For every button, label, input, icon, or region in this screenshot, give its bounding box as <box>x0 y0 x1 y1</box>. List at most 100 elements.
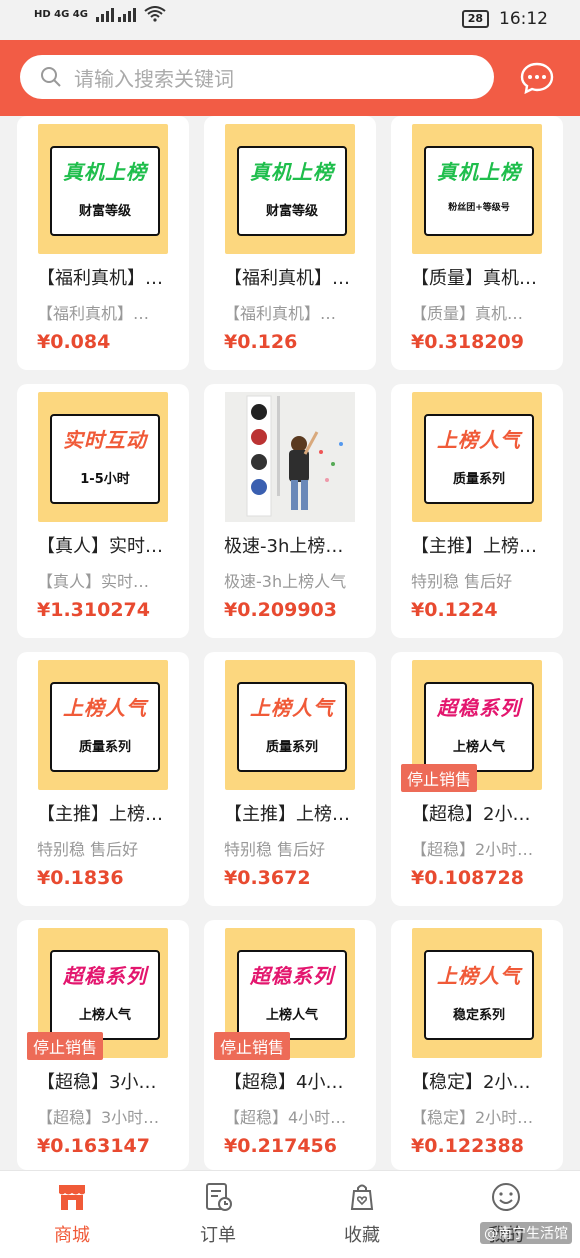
order-icon <box>206 1183 232 1211</box>
tab-label: 收藏 <box>344 1225 380 1246</box>
product-price: ¥1.310274 <box>37 599 150 621</box>
product-desc: 【超稳】2小时… <box>411 840 534 859</box>
thumb-subline: 上榜人气 <box>452 740 505 755</box>
product-card[interactable]: 上榜人气质量系列 【主推】上榜… 特别稳 售后好 ¥0.1836 <box>17 652 189 906</box>
thumb-headline: 上榜人气 <box>250 696 334 720</box>
thumb-subline: 财富等级 <box>78 204 131 219</box>
product-title: 【超稳】3小… <box>37 1072 157 1093</box>
product-thumbnail: 实时互动 1-5小时 <box>38 392 168 522</box>
product-card[interactable]: 极速-3h上榜… 极速-3h上榜人气 ¥0.209903 <box>204 384 376 638</box>
product-card[interactable]: 真机上榜粉丝团+等级号 【质量】真机… 【质量】真机… ¥0.318209 <box>391 116 563 370</box>
header-bar: 请输入搜索关键词 <box>0 40 580 116</box>
product-desc: 【超稳】4小时… <box>224 1108 347 1127</box>
product-desc: 特别稳 售后好 <box>37 840 139 859</box>
status-right: 28 16:12 <box>461 9 548 29</box>
product-thumbnail: 真机上榜 财富等级 <box>225 124 355 254</box>
thumb-headline: 上榜人气 <box>63 696 147 720</box>
battery-icon: 28 <box>461 10 489 28</box>
search-icon <box>41 67 61 87</box>
thumb-subline: 质量系列 <box>78 740 131 755</box>
product-card[interactable]: 上榜人气质量系列 【主推】上榜… 特别稳 售后好 ¥0.1224 <box>391 384 563 638</box>
product-title: 【福利真机】… <box>37 268 163 289</box>
product-title: 【超稳】2小… <box>411 804 531 825</box>
product-price: ¥0.1224 <box>411 599 498 621</box>
product-price: ¥0.084 <box>37 331 111 353</box>
thumb-headline: 真机上榜 <box>63 160 147 184</box>
product-desc: 【福利真机】… <box>224 304 337 323</box>
product-price: ¥0.108728 <box>411 867 524 889</box>
thumb-headline: 上榜人气 <box>437 428 521 452</box>
tab-orders[interactable]: 订单 <box>168 1181 268 1247</box>
product-price: ¥0.1836 <box>37 867 124 889</box>
thumb-headline: 上榜人气 <box>437 964 521 988</box>
product-title: 【质量】真机… <box>411 268 537 289</box>
product-title: 【主推】上榜… <box>37 804 163 825</box>
thumb-headline: 实时互动 <box>63 428 147 452</box>
product-thumbnail: 真机上榜 财富等级 <box>38 124 168 254</box>
product-photo <box>225 392 355 522</box>
thumb-headline: 超稳系列 <box>250 964 334 988</box>
bottom-tab-bar: 商城 订单 收藏 我的 @南宁生活馆 <box>0 1170 580 1258</box>
product-card[interactable]: 真机上榜 财富等级 【福利真机】… 【福利真机】… ¥0.126 <box>204 116 376 370</box>
tab-favorites[interactable]: 收藏 <box>312 1181 412 1247</box>
network-label: HD 4G 4G <box>34 8 88 20</box>
tab-label: 订单 <box>200 1225 236 1246</box>
product-price: ¥0.163147 <box>37 1135 150 1157</box>
product-price: ¥0.3672 <box>224 867 311 889</box>
product-price: ¥0.217456 <box>224 1135 337 1157</box>
shop-icon <box>59 1185 85 1210</box>
thumb-subline: 上榜人气 <box>265 1008 318 1023</box>
product-title: 【福利真机】… <box>224 268 350 289</box>
stopped-sale-badge: 停止销售 <box>27 1032 104 1060</box>
product-desc: 【超稳】3小时… <box>37 1108 160 1127</box>
product-card[interactable]: 超稳系列上榜人气 停止销售 【超稳】4小… 【超稳】4小时… ¥0.217456 <box>204 920 376 1170</box>
thumb-headline: 超稳系列 <box>437 696 521 720</box>
thumb-headline: 真机上榜 <box>250 160 334 184</box>
product-title: 【超稳】4小… <box>224 1072 344 1093</box>
wifi-icon <box>144 6 166 22</box>
signal-icon <box>95 8 136 22</box>
product-desc: 【稳定】2小时… <box>411 1108 534 1127</box>
product-price: ¥0.318209 <box>411 331 524 353</box>
product-card[interactable]: 真机上榜财富等级 【福利真机】… 【福利真机】… ¥0.084 <box>17 116 189 370</box>
product-title: 【真人】实时… <box>37 536 163 557</box>
thumb-subline: 1-5小时 <box>80 472 130 487</box>
product-card[interactable]: 超稳系列上榜人气 停止销售 【超稳】2小… 【超稳】2小时… ¥0.108728 <box>391 652 563 906</box>
watermark: @南宁生活馆 <box>480 1222 572 1244</box>
product-card[interactable]: 上榜人气 质量系列 【主推】上榜… 特别稳 售后好 ¥0.3672 <box>204 652 376 906</box>
thumb-subline: 稳定系列 <box>452 1008 505 1023</box>
product-thumbnail: 上榜人气 质量系列 <box>412 392 542 522</box>
thumb-headline: 真机上榜 <box>437 160 521 184</box>
tab-label: 商城 <box>54 1225 90 1246</box>
chat-icon[interactable] <box>520 62 554 94</box>
tab-shop[interactable]: 商城 <box>22 1181 122 1247</box>
stopped-sale-badge: 停止销售 <box>401 764 478 792</box>
search-placeholder: 请输入搜索关键词 <box>74 66 234 91</box>
favorite-bag-icon <box>350 1184 374 1210</box>
stopped-sale-badge: 停止销售 <box>214 1032 291 1060</box>
signal-indicators: HD 4G 4G <box>34 6 166 22</box>
product-thumbnail: 上榜人气 质量系列 <box>38 660 168 790</box>
product-card[interactable]: 上榜人气 稳定系列 【稳定】2小… 【稳定】2小时… ¥0.122388 <box>391 920 563 1170</box>
status-bar: HD 4G 4G 28 16:12 <box>0 0 580 40</box>
product-thumbnail: 上榜人气 稳定系列 <box>412 928 542 1058</box>
product-desc: 特别稳 售后好 <box>411 572 513 591</box>
product-desc: 特别稳 售后好 <box>224 840 326 859</box>
smile-icon <box>492 1183 520 1211</box>
product-title: 极速-3h上榜… <box>224 536 344 557</box>
product-title: 【主推】上榜… <box>411 536 537 557</box>
product-desc: 极速-3h上榜人气 <box>224 572 347 591</box>
thumb-subline: 质量系列 <box>452 472 505 487</box>
product-desc: 【福利真机】… <box>37 304 150 323</box>
thumb-subline: 粉丝团+等级号 <box>448 203 510 213</box>
thumb-subline: 上榜人气 <box>78 1008 131 1023</box>
product-thumbnail: 真机上榜粉丝团+等级号 <box>412 124 542 254</box>
search-input[interactable]: 请输入搜索关键词 <box>20 55 494 99</box>
product-thumbnail: 上榜人气 质量系列 <box>225 660 355 790</box>
product-price: ¥0.126 <box>224 331 298 353</box>
product-card[interactable]: 超稳系列 上榜人气 停止销售 【超稳】3小… 【超稳】3小时… ¥0.163147 <box>17 920 189 1170</box>
product-desc: 【质量】真机… <box>411 304 524 323</box>
product-card[interactable]: 实时互动 1-5小时 【真人】实时… 【真人】实时… ¥1.310274 <box>17 384 189 638</box>
clock: 16:12 <box>499 9 548 29</box>
product-price: ¥0.122388 <box>411 1135 524 1157</box>
